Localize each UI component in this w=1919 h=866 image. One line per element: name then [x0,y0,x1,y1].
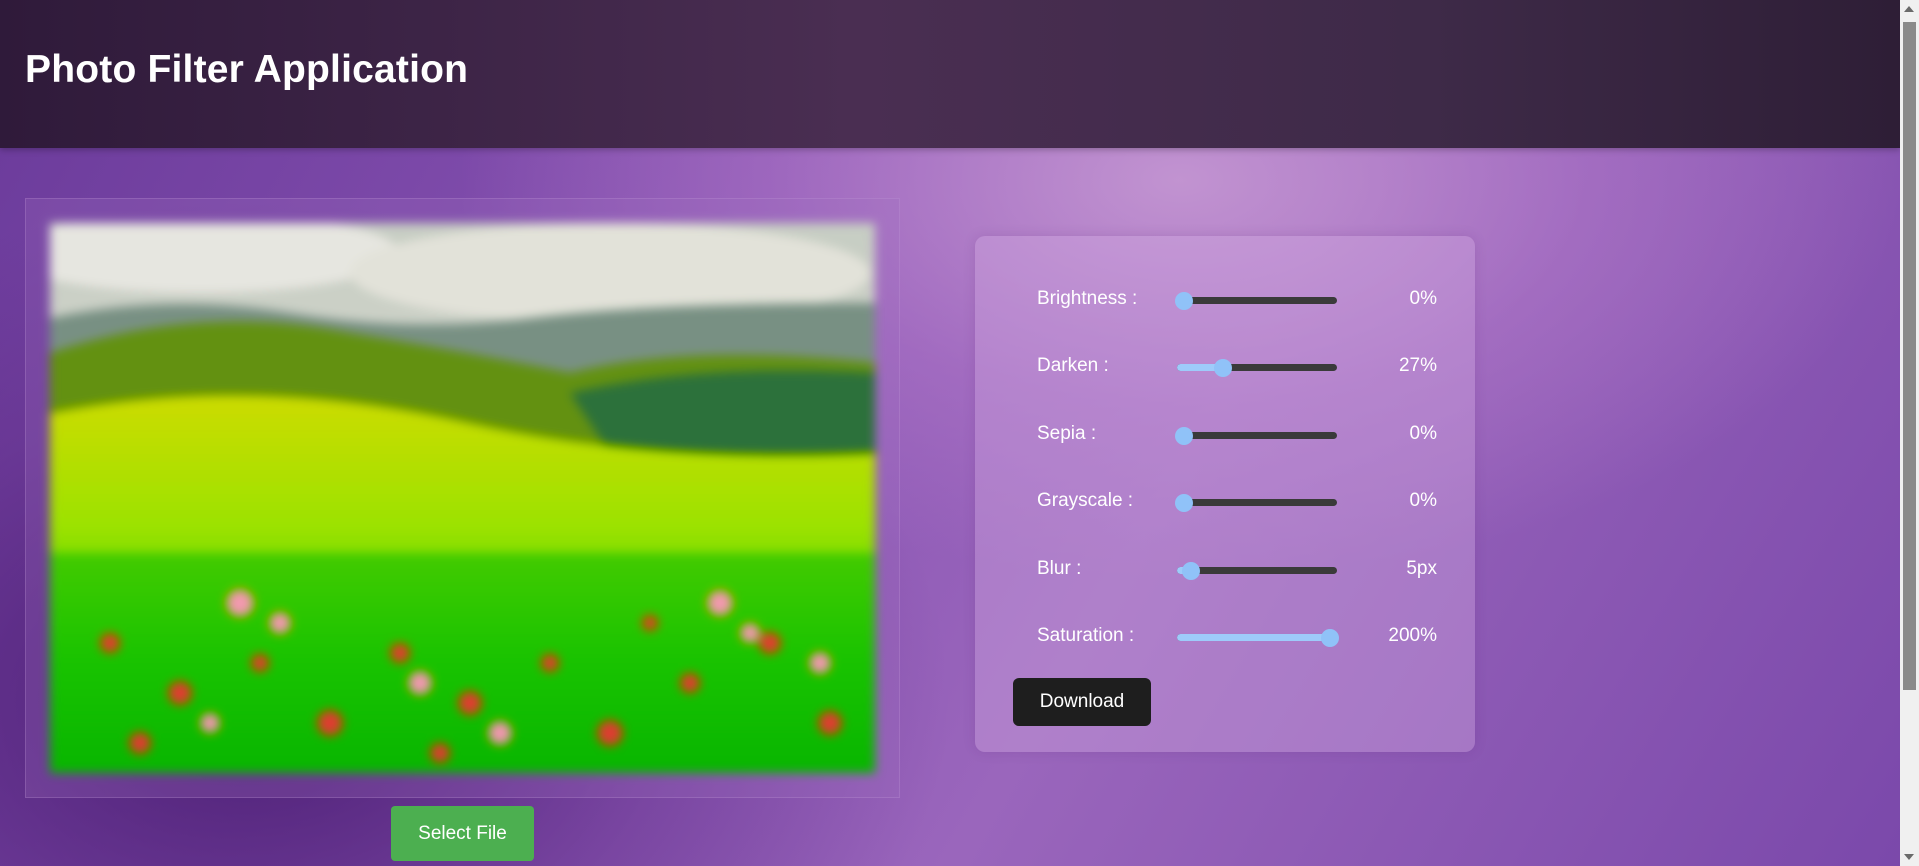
blur-value: 5px [1406,558,1437,579]
blur-label: Blur : [1037,558,1082,579]
select-file-button[interactable]: Select File [391,806,534,861]
preview-image [50,223,875,773]
darken-control: Darken : 27% [1037,352,1437,382]
brightness-label: Brightness : [1037,288,1138,309]
sepia-value: 0% [1409,423,1437,444]
vertical-scrollbar[interactable] [1900,0,1919,866]
chevron-up-icon[interactable] [1904,6,1914,12]
sepia-label: Sepia : [1037,423,1097,444]
image-preview-frame [25,198,900,798]
grayscale-slider[interactable] [1175,494,1337,512]
darken-label: Darken : [1037,355,1109,376]
brightness-control: Brightness : 0% [1037,285,1437,315]
sepia-slider-thumb[interactable] [1175,427,1193,445]
darken-value: 27% [1398,355,1437,376]
scrollbar-thumb[interactable] [1903,22,1916,690]
saturation-slider[interactable] [1177,629,1339,647]
blur-control: Blur : 5px [1037,555,1437,585]
blur-slider[interactable] [1177,562,1337,580]
app-header: Photo Filter Application [0,0,1900,148]
blur-slider-thumb[interactable] [1182,562,1201,580]
grayscale-control: Grayscale : 0% [1037,487,1437,517]
download-button[interactable]: Download [1013,678,1151,726]
saturation-value: 200% [1388,625,1437,646]
darken-slider-thumb[interactable] [1214,359,1233,377]
sepia-control: Sepia : 0% [1037,420,1437,450]
saturation-slider-thumb[interactable] [1321,629,1339,647]
grayscale-value: 0% [1409,490,1437,511]
grayscale-label: Grayscale : [1037,490,1134,511]
grayscale-slider-thumb[interactable] [1175,494,1193,512]
brightness-slider-thumb[interactable] [1175,292,1193,310]
darken-slider[interactable] [1177,359,1337,377]
brightness-value: 0% [1409,288,1437,309]
sepia-slider[interactable] [1175,427,1337,445]
page-title: Photo Filter Application [25,48,469,91]
saturation-label: Saturation : [1037,625,1135,646]
saturation-control: Saturation : 200% [1037,622,1437,652]
brightness-slider[interactable] [1175,292,1337,310]
chevron-down-icon[interactable] [1904,854,1914,860]
filter-controls-panel: Brightness : 0% Darken : 27% Sepia : 0% … [975,236,1475,752]
